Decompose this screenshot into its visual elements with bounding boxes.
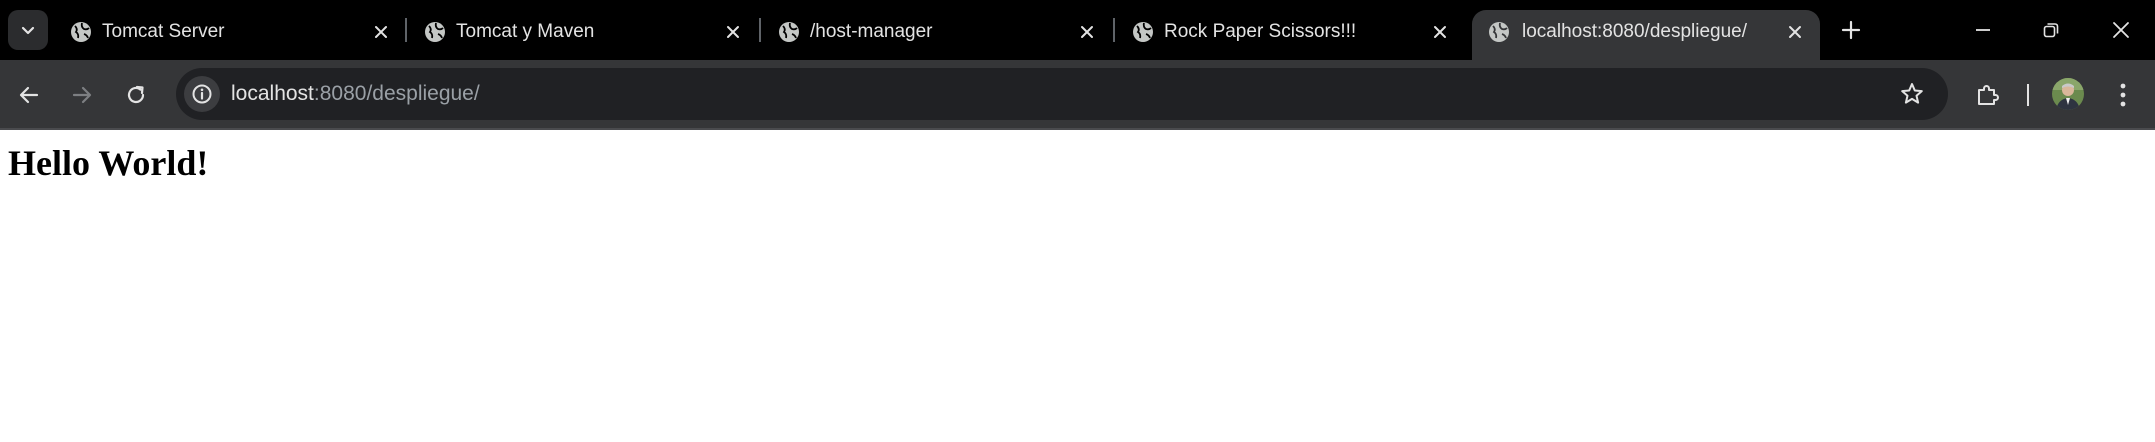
tab-title: Tomcat Server xyxy=(102,21,225,42)
reload-icon xyxy=(127,85,145,104)
reload-button[interactable] xyxy=(117,76,155,114)
address-bar[interactable]: localhost:8080/despliegue/ xyxy=(176,68,1948,120)
restore-button[interactable] xyxy=(2028,8,2074,52)
chevron-down-icon xyxy=(21,26,35,35)
close-icon[interactable] xyxy=(722,21,744,43)
arrow-right-icon xyxy=(72,86,92,104)
info-icon xyxy=(192,84,212,104)
url-host: localhost xyxy=(231,82,314,105)
close-icon xyxy=(2113,22,2129,38)
toolbar-divider xyxy=(2027,84,2029,106)
close-icon[interactable] xyxy=(1784,21,1806,43)
globe-icon xyxy=(779,22,799,42)
tab-title: Tomcat y Maven xyxy=(456,21,595,42)
close-window-button[interactable] xyxy=(2098,8,2144,52)
back-button[interactable] xyxy=(10,76,48,114)
bookmark-button[interactable] xyxy=(1898,80,1926,108)
close-icon[interactable] xyxy=(1076,21,1098,43)
tab-title: Rock Paper Scissors!!! xyxy=(1164,21,1357,42)
tab-localhost-despliegue[interactable]: localhost:8080/despliegue/ xyxy=(1472,10,1820,60)
minimize-button[interactable] xyxy=(1960,8,2006,52)
tab-tomcat-server[interactable]: Tomcat Server xyxy=(52,10,397,60)
tab-search-button[interactable] xyxy=(8,10,48,50)
avatar-icon xyxy=(2052,78,2084,110)
tab-tomcat-y-maven[interactable]: Tomcat y Maven xyxy=(406,10,751,60)
extensions-button[interactable] xyxy=(1969,76,2007,114)
restore-icon xyxy=(2043,23,2059,38)
arrow-left-icon xyxy=(19,86,39,104)
url-text[interactable]: localhost:8080/despliegue/ xyxy=(231,82,480,106)
browser-toolbar: localhost:8080/despliegue/ xyxy=(0,60,2155,130)
tab-strip: Tomcat Server Tomcat y Maven /host-manag… xyxy=(0,0,2155,60)
site-info-button[interactable] xyxy=(184,76,220,112)
globe-icon xyxy=(1133,22,1153,42)
star-icon xyxy=(1901,83,1923,104)
tab-title: localhost:8080/despliegue/ xyxy=(1522,21,1748,42)
url-path: :8080/despliegue/ xyxy=(313,82,480,105)
new-tab-button[interactable] xyxy=(1835,14,1867,46)
tab-host-manager[interactable]: /host-manager xyxy=(760,10,1105,60)
tab-title: /host-manager xyxy=(810,21,933,42)
tab-rock-paper-scissors[interactable]: Rock Paper Scissors!!! xyxy=(1114,10,1464,60)
globe-icon xyxy=(71,22,91,42)
globe-icon xyxy=(425,22,445,42)
plus-icon xyxy=(1841,20,1861,40)
forward-button[interactable] xyxy=(63,76,101,114)
profile-avatar[interactable] xyxy=(2052,78,2084,110)
page-heading: Hello World! xyxy=(8,143,209,183)
globe-icon xyxy=(1489,22,1509,42)
kebab-menu-icon xyxy=(2120,83,2126,107)
puzzle-icon xyxy=(1978,85,1999,105)
minimize-icon xyxy=(1976,29,1990,31)
menu-button[interactable] xyxy=(2104,76,2142,114)
close-icon[interactable] xyxy=(1429,21,1451,43)
page-content: Hello World! xyxy=(0,132,2155,442)
close-icon[interactable] xyxy=(370,21,392,43)
